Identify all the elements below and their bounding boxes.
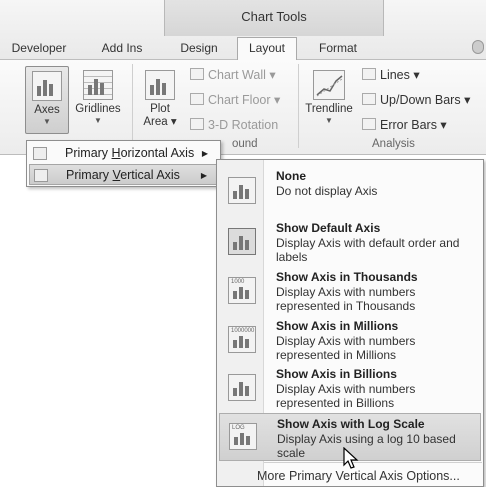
tab-format[interactable]: Format: [308, 38, 368, 60]
chevron-down-icon: ▼: [94, 116, 102, 125]
millions-axis-icon: 1000000: [228, 326, 256, 353]
option-millions-desc: Display Axis with numbers represented in…: [276, 334, 416, 362]
option-default-desc: Display Axis with default order and labe…: [276, 236, 460, 264]
plot-area-icon: [145, 70, 175, 100]
rotation-3d-button: 3-D Rotation: [190, 116, 278, 134]
analysis-group-label: Analysis: [372, 138, 415, 150]
rotation-3d-label: 3-D Rotation: [208, 118, 279, 132]
chevron-right-icon: ▶: [201, 149, 208, 158]
primary-horizontal-axis-label: Primary Horizontal Axis: [65, 146, 195, 160]
menu-item-primary-vertical-axis[interactable]: Primary Vertical Axis ▶: [29, 164, 218, 185]
lines-button[interactable]: Lines ▾: [362, 66, 420, 84]
ribbon-tab-bar: Chart Tools Developer Add Ins Design Lay…: [0, 0, 486, 60]
group-divider: [298, 64, 299, 148]
option-show-axis-thousands[interactable]: 1000 Show Axis in Thousands Display Axis…: [219, 267, 481, 315]
chart-floor-button: Chart Floor ▾: [190, 91, 280, 109]
thousands-axis-icon: 1000: [228, 277, 256, 304]
menu-divider: [264, 462, 482, 463]
updown-bars-icon: [362, 93, 376, 105]
error-bars-icon: [362, 118, 376, 130]
option-none-title: None: [276, 169, 306, 183]
mouse-cursor-icon: [343, 447, 359, 469]
plot-area-label-line1: Plot: [150, 103, 170, 115]
updown-bars-label: Up/Down Bars: [380, 93, 461, 107]
trendline-icon: [313, 70, 345, 100]
lines-label: Lines: [380, 68, 410, 82]
option-billions-desc: Display Axis with numbers represented in…: [276, 382, 416, 410]
chart-floor-icon: [190, 93, 204, 105]
group-divider: [132, 64, 133, 148]
vertical-axis-submenu: None Do not display Axis Show Default Ax…: [216, 159, 484, 487]
more-axis-options-link[interactable]: More Primary Vertical Axis Options...: [257, 469, 460, 483]
plot-area-label-line2: Area: [143, 116, 168, 128]
axes-icon: [32, 71, 62, 101]
gridlines-icon: [83, 70, 113, 100]
option-millions-title: Show Axis in Millions: [276, 319, 399, 333]
chart-wall-icon: [190, 68, 204, 80]
default-axis-icon: [228, 228, 256, 255]
tab-layout[interactable]: Layout: [237, 37, 297, 60]
thousands-tag: 1000: [231, 279, 245, 285]
axes-dropdown-menu: Primary Horizontal Axis ▶ Primary Vertic…: [26, 140, 221, 187]
option-default-title: Show Default Axis: [276, 221, 381, 235]
chevron-down-icon: ▼: [325, 116, 333, 125]
tab-add-ins[interactable]: Add Ins: [92, 38, 152, 60]
plot-area-label-line2-row: Area ▾: [143, 116, 177, 128]
no-axis-icon: [228, 177, 256, 204]
gridlines-button[interactable]: Gridlines ▼: [73, 66, 123, 134]
chevron-down-icon: ▼: [43, 117, 51, 126]
chevron-right-icon: ▶: [200, 171, 207, 180]
millions-tag: 1000000: [231, 328, 255, 334]
plot-area-button[interactable]: Plot Area ▾: [139, 66, 181, 134]
option-billions-title: Show Axis in Billions: [276, 367, 397, 381]
gridlines-button-label: Gridlines: [75, 103, 121, 115]
background-group-label: ound: [232, 138, 258, 150]
axes-button[interactable]: Axes ▼: [25, 66, 69, 134]
chart-tools-label: Chart Tools: [241, 9, 307, 24]
horizontal-axis-icon: [33, 147, 47, 160]
option-log-title: Show Axis with Log Scale: [277, 417, 425, 431]
vertical-axis-icon: [34, 169, 48, 182]
option-none[interactable]: None Do not display Axis: [219, 166, 481, 214]
chart-wall-button: Chart Wall ▾: [190, 66, 276, 84]
chart-floor-label: Chart Floor: [208, 93, 271, 107]
option-show-axis-billions[interactable]: Show Axis in Billions Display Axis with …: [219, 364, 481, 412]
trendline-label: Trendline: [305, 103, 353, 115]
error-bars-button[interactable]: Error Bars ▾: [362, 116, 447, 134]
option-thousands-title: Show Axis in Thousands: [276, 270, 418, 284]
chart-tools-contextual-header: Chart Tools: [164, 0, 384, 36]
log-tag: LOG: [232, 425, 245, 431]
chart-wall-label: Chart Wall: [208, 68, 266, 82]
option-none-desc: Do not display Axis: [276, 184, 378, 198]
error-bars-label: Error Bars: [380, 118, 437, 132]
trendline-button[interactable]: Trendline ▼: [300, 66, 358, 134]
option-thousands-desc: Display Axis with numbers represented in…: [276, 285, 416, 313]
option-show-default-axis[interactable]: Show Default Axis Display Axis with defa…: [219, 218, 481, 266]
axes-button-label: Axes: [34, 104, 60, 116]
tab-design[interactable]: Design: [170, 38, 228, 60]
updown-bars-button[interactable]: Up/Down Bars ▾: [362, 91, 470, 109]
option-show-axis-millions[interactable]: 1000000 Show Axis in Millions Display Ax…: [219, 316, 481, 364]
ribbon-minimize-knob[interactable]: [472, 40, 484, 54]
primary-vertical-axis-label: Primary Vertical Axis: [66, 168, 180, 182]
menu-item-primary-horizontal-axis[interactable]: Primary Horizontal Axis ▶: [29, 143, 218, 164]
billions-axis-icon: [228, 374, 256, 401]
option-log-desc: Display Axis using a log 10 based scale: [277, 432, 456, 460]
lines-icon: [362, 68, 376, 80]
tab-developer[interactable]: Developer: [4, 38, 74, 60]
rotation-3d-icon: [190, 118, 204, 130]
log-scale-axis-icon: LOG: [229, 423, 257, 450]
